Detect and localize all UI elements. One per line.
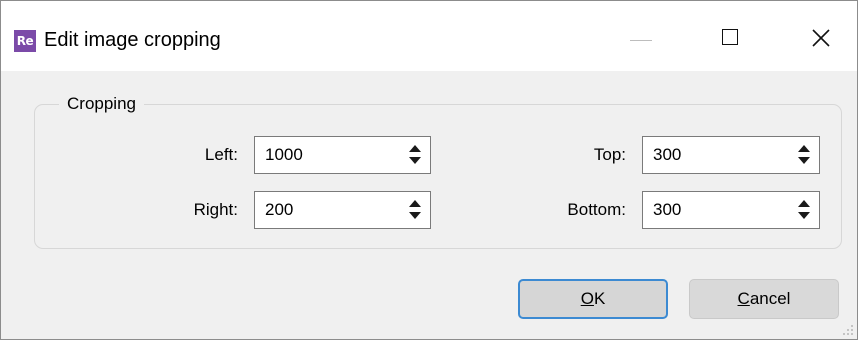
maximize-icon: [722, 29, 738, 45]
bottom-value[interactable]: 300: [653, 199, 681, 221]
ok-button[interactable]: OK: [518, 279, 668, 319]
left-label: Left:: [204, 145, 238, 164]
ok-mnemonic: O: [580, 289, 594, 308]
spin-up-icon[interactable]: [798, 200, 810, 207]
minimize-button[interactable]: [594, 1, 690, 71]
spin-down-icon[interactable]: [409, 157, 421, 164]
spin-down-icon[interactable]: [798, 212, 810, 219]
right-spin-buttons[interactable]: [408, 198, 422, 222]
right-spinbox[interactable]: 200: [254, 191, 431, 229]
cropping-group-label: Cropping: [59, 93, 144, 115]
left-spin-buttons[interactable]: [408, 143, 422, 167]
ok-label-rest: K: [593, 289, 606, 308]
close-icon: [812, 29, 830, 47]
spin-up-icon[interactable]: [798, 145, 810, 152]
bottom-spin-buttons[interactable]: [797, 198, 811, 222]
maximize-button[interactable]: [688, 1, 784, 71]
top-value[interactable]: 300: [653, 144, 681, 166]
right-value[interactable]: 200: [265, 199, 293, 221]
bottom-spinbox[interactable]: 300: [642, 191, 820, 229]
top-label: Top:: [593, 145, 626, 164]
left-value[interactable]: 1000: [265, 144, 303, 166]
cancel-label-rest: ancel: [749, 289, 791, 308]
spin-up-icon[interactable]: [409, 145, 421, 152]
edit-image-cropping-dialog: Re Edit image cropping Cropping Left: 10…: [0, 0, 858, 340]
left-spinbox[interactable]: 1000: [254, 136, 431, 174]
spin-down-icon[interactable]: [409, 212, 421, 219]
bottom-label: Bottom:: [567, 200, 626, 219]
minimize-icon: [630, 40, 652, 41]
window-title: Edit image cropping: [44, 29, 221, 51]
spin-down-icon[interactable]: [798, 157, 810, 164]
cancel-mnemonic: C: [737, 289, 750, 308]
app-icon: Re: [14, 30, 36, 52]
spin-up-icon[interactable]: [409, 200, 421, 207]
cancel-button[interactable]: Cancel: [689, 279, 839, 319]
top-spin-buttons[interactable]: [797, 143, 811, 167]
top-spinbox[interactable]: 300: [642, 136, 820, 174]
right-label: Right:: [193, 200, 238, 219]
title-bar[interactable]: Re Edit image cropping: [1, 1, 857, 71]
close-button[interactable]: [782, 1, 857, 71]
resize-grip-icon[interactable]: [842, 324, 854, 336]
